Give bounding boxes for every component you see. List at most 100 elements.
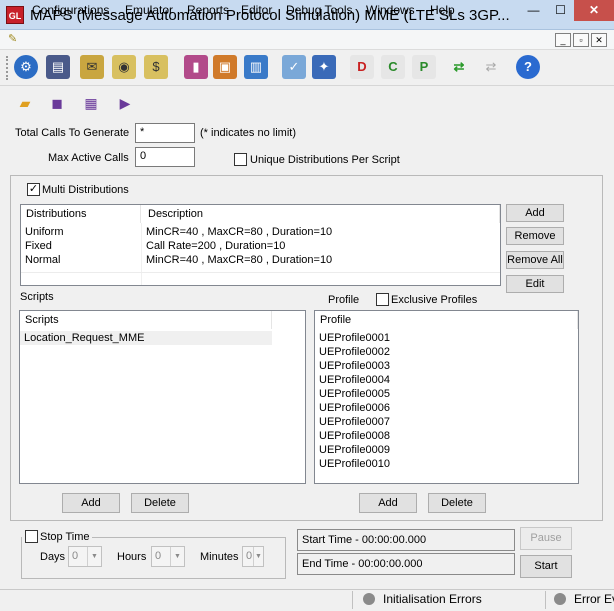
menu-bar — [0, 30, 614, 50]
max-active-input[interactable]: 0 — [135, 147, 195, 167]
minimize-button[interactable]: — — [520, 0, 547, 21]
mdi-doc-icon[interactable]: ✎ — [8, 32, 22, 46]
list-item[interactable]: Normal MinCR=40 , MaxCR=80 , Duration=10 — [21, 253, 500, 267]
unique-distributions-label: Unique Distributions Per Script — [250, 154, 400, 166]
add-profile-button[interactable]: Add — [359, 493, 417, 513]
days-value: 0 — [72, 550, 79, 562]
menu-debug-tools[interactable]: Debug Tools — [286, 3, 353, 17]
mdi-minimize-button[interactable]: _ — [555, 33, 571, 47]
profile-group-label: Profile — [328, 294, 360, 306]
days-label: Days — [40, 551, 66, 563]
capture-c-icon[interactable]: ⇄ — [447, 55, 471, 79]
save-as-icon[interactable]: ▦ — [80, 93, 102, 113]
profiles-list[interactable]: Profile UEProfile0001 UEProfile0002 UEPr… — [314, 310, 579, 484]
error-events-label: Error Ev — [574, 592, 614, 606]
report-p-icon[interactable]: P — [412, 55, 436, 79]
hours-value: 0 — [155, 550, 162, 562]
distribution-name: Normal — [25, 254, 61, 266]
save-icon[interactable]: ◼ — [46, 93, 68, 113]
mdi-close-button[interactable]: ✕ — [591, 33, 607, 47]
minutes-value: 0 — [246, 550, 253, 562]
list-item[interactable]: UEProfile0004 — [319, 373, 390, 387]
maximize-button[interactable]: ☐ — [547, 0, 574, 21]
network-pc-icon[interactable]: ▥ — [244, 55, 268, 79]
script-name: Location_Request_MME — [24, 332, 145, 344]
menu-help[interactable]: Help — [430, 3, 455, 17]
profile-column-header[interactable]: Profile — [315, 311, 578, 329]
remove-all-distributions-button[interactable]: Remove All — [506, 251, 564, 269]
exclusive-profiles-checkbox[interactable] — [376, 293, 389, 306]
multi-distributions-checkbox[interactable]: ✓ — [27, 183, 40, 196]
unique-distributions-checkbox[interactable] — [234, 153, 247, 166]
menu-configurations[interactable]: Configurations — [32, 3, 109, 17]
help-icon[interactable]: ? — [516, 55, 540, 79]
start-button[interactable]: Start — [520, 555, 572, 578]
exclusive-profiles-label: Exclusive Profiles — [391, 294, 478, 306]
add-distribution-button[interactable]: Add — [506, 204, 564, 222]
multi-distributions-label: Multi Distributions — [42, 184, 129, 196]
video-icon[interactable]: ▶ — [114, 93, 136, 113]
list-item[interactable]: UEProfile0003 — [319, 359, 390, 373]
mdi-restore-button[interactable]: ▫ — [573, 33, 589, 47]
initialisation-errors-panel[interactable]: Initialisation Errors — [352, 591, 542, 609]
menu-reports[interactable]: Reports — [187, 3, 229, 17]
menu-editor[interactable]: Editor — [241, 3, 272, 17]
scripts-list[interactable]: Scripts Location_Request_MME — [19, 310, 306, 484]
list-item[interactable]: UEProfile0010 — [319, 457, 390, 471]
scripts-column-header[interactable]: Scripts — [20, 311, 272, 329]
distribution-desc: MinCR=40 , MaxCR=80 , Duration=10 — [146, 254, 333, 266]
column-divider — [141, 223, 142, 285]
edit-check-icon[interactable]: ✓ — [282, 55, 306, 79]
delete-profile-button[interactable]: Delete — [428, 493, 486, 513]
briefcase-icon[interactable]: ▣ — [213, 55, 237, 79]
list-item[interactable]: UEProfile0007 — [319, 415, 390, 429]
minutes-label: Minutes — [200, 551, 239, 563]
list-item[interactable]: UEProfile0008 — [319, 429, 390, 443]
total-calls-label: Total Calls To Generate — [15, 127, 130, 139]
coins-icon[interactable]: ◉ — [112, 55, 136, 79]
report-c-icon[interactable]: C — [381, 55, 405, 79]
list-item[interactable]: UEProfile0006 — [319, 401, 390, 415]
report-d-icon[interactable]: D — [350, 55, 374, 79]
stop-time-checkbox[interactable] — [25, 530, 38, 543]
menu-windows[interactable]: Windows — [366, 3, 415, 17]
no-limit-note: (* indicates no limit) — [200, 127, 296, 139]
open-folder-icon[interactable]: ▰ — [14, 93, 36, 113]
row-divider — [21, 272, 500, 273]
chevron-down-icon: ▼ — [253, 547, 263, 566]
config-tool-icon[interactable]: ✦ — [312, 55, 336, 79]
list-item[interactable]: UEProfile0005 — [319, 387, 390, 401]
hours-label: Hours — [117, 551, 147, 563]
message-editor-icon[interactable]: ✉ — [80, 55, 104, 79]
delete-script-button[interactable]: Delete — [131, 493, 189, 513]
error-events-panel[interactable]: Error Ev — [545, 591, 614, 609]
distributions-column-header[interactable]: Distributions — [21, 205, 141, 223]
end-time-display: End Time - 00:00:00.000 — [297, 553, 515, 575]
description-column-header[interactable]: Description — [143, 205, 500, 223]
coins-alt-icon[interactable]: $ — [144, 55, 168, 79]
status-indicator-icon — [363, 593, 375, 605]
start-time-display: Start Time - 00:00:00.000 — [297, 529, 515, 551]
distributions-list[interactable]: Distributions Description Uniform MinCR=… — [20, 204, 501, 286]
chevron-down-icon: ▼ — [87, 547, 101, 566]
total-calls-input[interactable]: * — [135, 123, 195, 143]
list-item[interactable]: Location_Request_MME — [20, 331, 272, 345]
menu-emulator[interactable]: Emulator — [125, 3, 173, 17]
settings-gear-icon[interactable]: ⚙ — [14, 55, 38, 79]
days-dropdown: 0 ▼ — [68, 546, 102, 567]
list-item[interactable]: Fixed Call Rate=200 , Duration=10 — [21, 239, 500, 253]
remove-distribution-button[interactable]: Remove — [506, 227, 564, 245]
status-indicator-icon — [554, 593, 566, 605]
distribution-name: Uniform — [25, 226, 64, 238]
list-item[interactable]: UEProfile0002 — [319, 345, 390, 359]
list-item[interactable]: UEProfile0001 — [319, 331, 390, 345]
list-item[interactable]: Uniform MinCR=40 , MaxCR=80 , Duration=1… — [21, 225, 500, 239]
edit-distribution-button[interactable]: Edit — [506, 275, 564, 293]
add-script-button[interactable]: Add — [62, 493, 120, 513]
app-logo-icon: GL — [6, 6, 24, 24]
script-notebook-icon[interactable]: ▤ — [46, 55, 70, 79]
close-button[interactable]: ✕ — [574, 0, 614, 21]
list-item[interactable]: UEProfile0009 — [319, 443, 390, 457]
distribution-desc: MinCR=40 , MaxCR=80 , Duration=10 — [146, 226, 333, 238]
pc-blocks-icon[interactable]: ▮ — [184, 55, 208, 79]
